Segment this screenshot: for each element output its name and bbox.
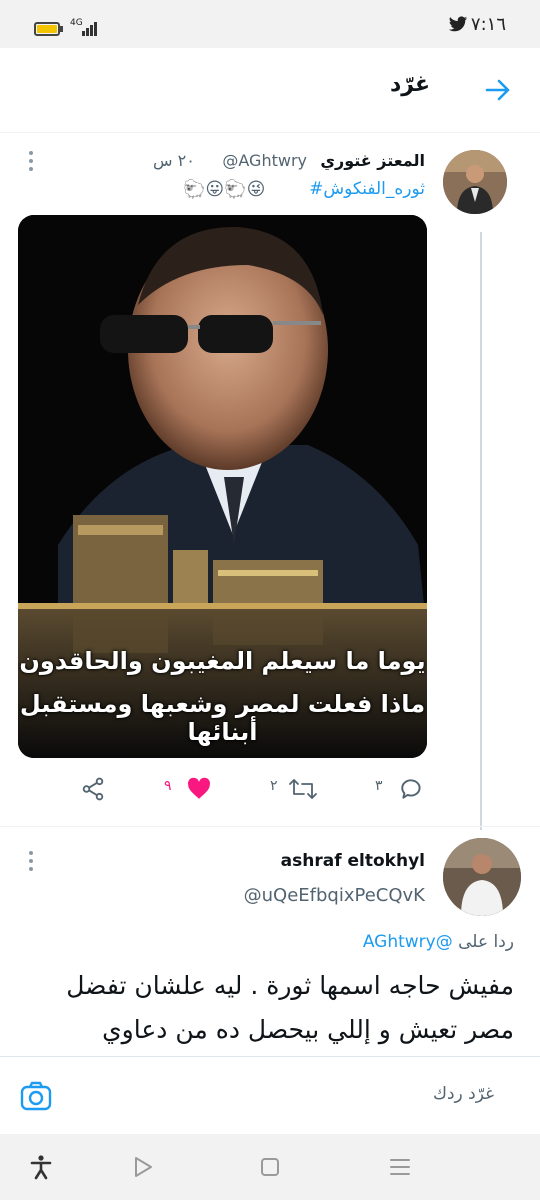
battery-icon <box>34 22 63 36</box>
reply-button[interactable]: ٣ <box>375 774 435 804</box>
network-type: 4G <box>70 18 83 28</box>
more-icon[interactable] <box>28 851 34 875</box>
reply-count: ٣ <box>375 778 383 794</box>
twitter-icon <box>448 16 468 32</box>
nav-back-icon[interactable] <box>130 1154 156 1180</box>
retweet-count: ٢ <box>270 778 278 794</box>
like-count: ٩ <box>164 778 172 794</box>
retweet-button[interactable]: ٢ <box>270 774 330 804</box>
status-bar: ٧:١٦ 4G <box>0 0 540 48</box>
camera-icon[interactable] <box>20 1081 52 1111</box>
share-button[interactable] <box>80 774 110 804</box>
avatar[interactable] <box>443 150 507 214</box>
like-button[interactable]: ٩ <box>164 774 224 804</box>
replying-to-handle[interactable]: @AGhtwry <box>363 932 453 952</box>
tweet-emojis: 🐑😛🐑😜 <box>183 179 266 200</box>
status-time: ٧:١٦ <box>470 14 506 35</box>
reply-input[interactable]: غرّد ردك <box>433 1084 494 1104</box>
author-handle[interactable]: @AGhtwry <box>222 151 307 170</box>
replying-to: ردا على @AGhtwry <box>363 932 514 952</box>
compose-bar[interactable]: غرّد ردك <box>0 1056 540 1135</box>
reply-text: مفيش حاجه اسمها ثورة . ليه علشان تفضل مص… <box>66 971 514 1044</box>
author-name[interactable]: المعتز غتوري <box>320 151 425 170</box>
page-title: غرّد <box>389 72 430 97</box>
tweet-image[interactable]: يوما ما سيعلم المغيبون والحاقدون ماذا فع… <box>18 215 427 758</box>
accessibility-icon[interactable] <box>28 1154 54 1180</box>
image-caption-line1: يوما ما سيعلم المغيبون والحاقدون <box>19 647 426 675</box>
header: غرّد <box>0 48 540 133</box>
thread-line <box>480 232 482 830</box>
image-caption-line2: ماذا فعلت لمصر وشعبها ومستقبل أبنائها <box>19 690 426 746</box>
system-nav-bar <box>0 1134 540 1200</box>
nav-menu-icon[interactable] <box>387 1154 413 1180</box>
reply-icon <box>401 779 421 799</box>
back-arrow-icon[interactable] <box>482 74 514 106</box>
replying-to-label: ردا على <box>458 932 514 952</box>
author-name[interactable]: ashraf eltokhyl <box>281 851 425 871</box>
author-handle[interactable]: @uQeEfbqixPeCQvK <box>244 885 425 906</box>
like-icon <box>188 777 211 799</box>
more-icon[interactable] <box>28 151 34 175</box>
retweet-icon <box>289 779 317 799</box>
nav-home-icon[interactable] <box>257 1154 283 1180</box>
tweet-time: ٢٠ س <box>153 151 195 170</box>
signal-icon <box>82 22 98 36</box>
avatar[interactable] <box>443 838 521 916</box>
share-icon <box>82 777 104 801</box>
divider <box>0 826 540 827</box>
hashtag-link[interactable]: #ثوره_الفنكوش <box>309 179 425 199</box>
